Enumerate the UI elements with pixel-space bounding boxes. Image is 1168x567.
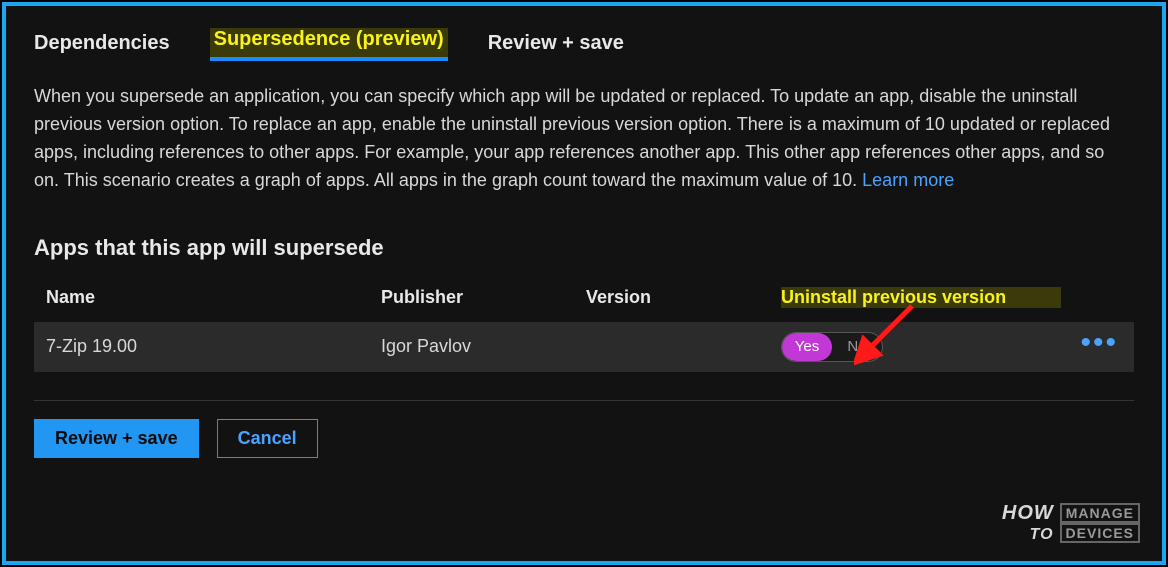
cancel-button[interactable]: Cancel [217, 419, 318, 458]
toggle-yes[interactable]: Yes [782, 333, 832, 361]
cell-publisher: Igor Pavlov [381, 336, 586, 357]
col-header-uninstall: Uninstall previous version [781, 287, 1061, 308]
col-header-publisher: Publisher [381, 287, 586, 308]
col-header-name: Name [46, 287, 381, 308]
wm-how: HOW [1002, 503, 1054, 523]
row-more-icon[interactable]: ••• [1080, 326, 1122, 359]
tab-dependencies[interactable]: Dependencies [34, 32, 170, 61]
col-header-version: Version [586, 287, 781, 308]
app-frame: Dependencies Supersedence (preview) Revi… [2, 2, 1166, 565]
toggle-no[interactable]: No [832, 333, 882, 361]
divider [34, 400, 1134, 401]
learn-more-link[interactable]: Learn more [862, 170, 954, 190]
tab-supersedence[interactable]: Supersedence (preview) [210, 28, 448, 61]
tab-review-save[interactable]: Review + save [488, 32, 624, 61]
supersede-table: Name Publisher Version Uninstall previou… [34, 279, 1134, 372]
wm-manage: MANAGE [1060, 503, 1140, 523]
wm-devices: DEVICES [1060, 523, 1140, 543]
table-header: Name Publisher Version Uninstall previou… [34, 279, 1134, 316]
tab-bar: Dependencies Supersedence (preview) Revi… [34, 28, 1134, 61]
cell-name: 7-Zip 19.00 [46, 336, 381, 357]
action-bar: Review + save Cancel [34, 419, 1134, 458]
section-title: Apps that this app will supersede [34, 235, 1134, 261]
wm-to: TO [1030, 527, 1054, 543]
watermark: HOW MANAGE TO DEVICES [1002, 503, 1140, 543]
uninstall-toggle[interactable]: Yes No [781, 332, 883, 362]
cell-uninstall-toggle: Yes No [781, 332, 1061, 362]
review-save-button[interactable]: Review + save [34, 419, 199, 458]
table-row: 7-Zip 19.00 Igor Pavlov Yes No ••• [34, 322, 1134, 372]
description-text: When you supersede an application, you c… [34, 83, 1134, 195]
